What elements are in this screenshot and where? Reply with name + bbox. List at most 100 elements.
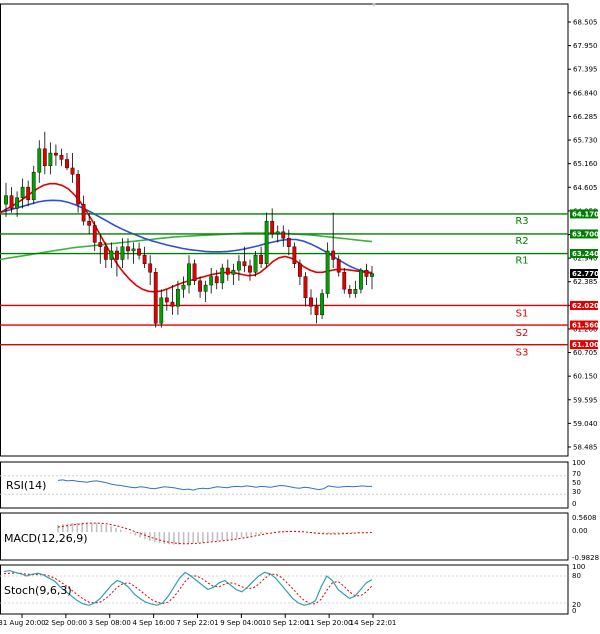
candle-body bbox=[192, 263, 197, 281]
price-tick-label: 68.505 bbox=[573, 19, 598, 27]
price-tick-label: 66.840 bbox=[573, 89, 598, 97]
candle-body bbox=[126, 246, 130, 252]
trading-chart: 68.505 67.950 67.395 66.840 66.285 65.730 65.1… bbox=[0, 0, 600, 630]
candle-body bbox=[203, 284, 208, 292]
candle-body bbox=[270, 220, 275, 235]
price-panel: 68.505 67.950 67.395 66.840 66.285 65.730 65.1… bbox=[0, 3, 599, 457]
price-tick-label: 67.950 bbox=[573, 42, 598, 50]
candle-body bbox=[275, 231, 280, 235]
candle-body bbox=[42, 148, 47, 167]
candle-body bbox=[98, 242, 103, 247]
stoch-panel: Stoch(9,6,3)10080200 bbox=[0, 563, 585, 615]
candle-body bbox=[220, 267, 225, 284]
level-price-tag-text: 61.100 bbox=[572, 341, 599, 349]
stoch-panel-frame bbox=[0, 564, 569, 615]
macd-title: MACD(12,26,9) bbox=[4, 532, 88, 545]
time-tick-label: 2 Sep 00:00 bbox=[45, 619, 87, 627]
candle-body bbox=[214, 276, 219, 284]
candle-body bbox=[120, 246, 125, 260]
price-tick-label: 59.040 bbox=[573, 420, 598, 428]
rsi-tick-label: 100 bbox=[572, 459, 585, 467]
candle-body bbox=[153, 272, 158, 324]
price-panel-frame bbox=[0, 3, 569, 457]
candle-body bbox=[20, 186, 25, 198]
candle-body bbox=[54, 152, 58, 156]
candle-body bbox=[142, 255, 147, 264]
level-name-r3: R3 bbox=[515, 216, 528, 227]
candle-body bbox=[342, 272, 347, 290]
candle-body bbox=[253, 255, 258, 273]
stoch-tick-label: 0 bbox=[572, 607, 576, 615]
candle-body bbox=[31, 171, 36, 201]
candle-body bbox=[15, 197, 19, 209]
candle-body bbox=[103, 246, 108, 260]
price-tick-label: 65.730 bbox=[573, 137, 598, 145]
level-name-s3: S3 bbox=[516, 348, 529, 359]
candle-body bbox=[198, 280, 202, 292]
candle-body bbox=[70, 167, 75, 175]
rsi-line bbox=[57, 479, 372, 491]
time-tick-label: 31 Aug 20:00 bbox=[0, 619, 46, 627]
price-tick-label: 60.150 bbox=[573, 373, 598, 381]
candle-body bbox=[242, 261, 247, 267]
macd-panel: MACD(12,26,9) 0.5608 0.00 -0.9828 bbox=[0, 512, 599, 562]
level-price-tag-text: 63.700 bbox=[572, 230, 599, 238]
macd-tick-label: -0.9828 bbox=[572, 554, 599, 562]
level-name-s2: S2 bbox=[516, 328, 529, 339]
price-tick-label: 66.285 bbox=[573, 113, 598, 121]
price-tick-label: 58.485 bbox=[573, 444, 598, 452]
macd-tick-label: 0.5608 bbox=[572, 514, 597, 522]
time-tick-label: 14 Sep 22:01 bbox=[350, 619, 397, 627]
rsi-title: RSI(14) bbox=[6, 479, 46, 492]
candle-body bbox=[359, 269, 363, 290]
candle-body bbox=[59, 154, 64, 160]
chart-svg: 68.505 67.950 67.395 66.840 66.285 65.730 65.1… bbox=[0, 3, 599, 627]
candle-body bbox=[292, 246, 297, 264]
level-price-tag-text: 63.240 bbox=[572, 250, 599, 258]
candle-body bbox=[81, 203, 86, 222]
candle-body bbox=[176, 289, 180, 307]
candle-body bbox=[353, 289, 358, 294]
candle-body bbox=[26, 186, 31, 201]
time-tick-label: 3 Sep 08:00 bbox=[89, 619, 131, 627]
candle-body bbox=[131, 248, 136, 252]
candle-body bbox=[314, 306, 319, 316]
candle-body bbox=[137, 248, 141, 256]
candle-body bbox=[286, 237, 291, 247]
stoch-title: Stoch(9,6,3) bbox=[4, 584, 72, 597]
candle-body bbox=[347, 289, 352, 294]
level-name-s1: S1 bbox=[516, 308, 529, 319]
price-tick-label: 60.705 bbox=[573, 349, 598, 357]
level-price-tag-text: 64.170 bbox=[572, 210, 599, 218]
rsi-tick-label: 70 bbox=[572, 470, 581, 478]
candle-body bbox=[109, 250, 114, 260]
time-tick-label: 4 Sep 16:00 bbox=[132, 619, 174, 627]
candle-body bbox=[259, 255, 263, 264]
time-tick-label: 10 Sep 12:00 bbox=[262, 619, 309, 627]
time-tick-label: 11 Sep 20:00 bbox=[306, 619, 353, 627]
candle-body bbox=[298, 263, 302, 277]
candle-body bbox=[209, 276, 214, 286]
candle-body bbox=[164, 297, 169, 303]
candle-body bbox=[115, 250, 119, 260]
price-tick-label: 62.385 bbox=[573, 278, 598, 286]
stoch-tick-label: 100 bbox=[572, 563, 585, 571]
candle-body bbox=[370, 273, 374, 277]
candle-body bbox=[303, 276, 308, 299]
time-axis: 31 Aug 20:00 2 Sep 00:00 3 Sep 08:00 4 Sep … bbox=[0, 614, 396, 627]
candle-body bbox=[170, 301, 175, 307]
rsi-tick-label: 50 bbox=[572, 479, 581, 487]
scroll-marker bbox=[372, 3, 376, 7]
candle-body bbox=[320, 293, 324, 316]
candle-body bbox=[331, 250, 336, 260]
rsi-panel: RSI(14) 100 705030 0 bbox=[0, 459, 585, 509]
candle-body bbox=[65, 159, 69, 169]
rsi-tick-label: 0 bbox=[572, 500, 576, 508]
rsi-panel-frame bbox=[0, 461, 569, 509]
candle-body bbox=[231, 269, 236, 275]
candle-body bbox=[87, 220, 92, 226]
candle-body bbox=[364, 269, 369, 277]
stoch-tick-label: 80 bbox=[572, 572, 581, 580]
macd-signal-line bbox=[57, 522, 373, 545]
candle-body bbox=[325, 250, 330, 294]
